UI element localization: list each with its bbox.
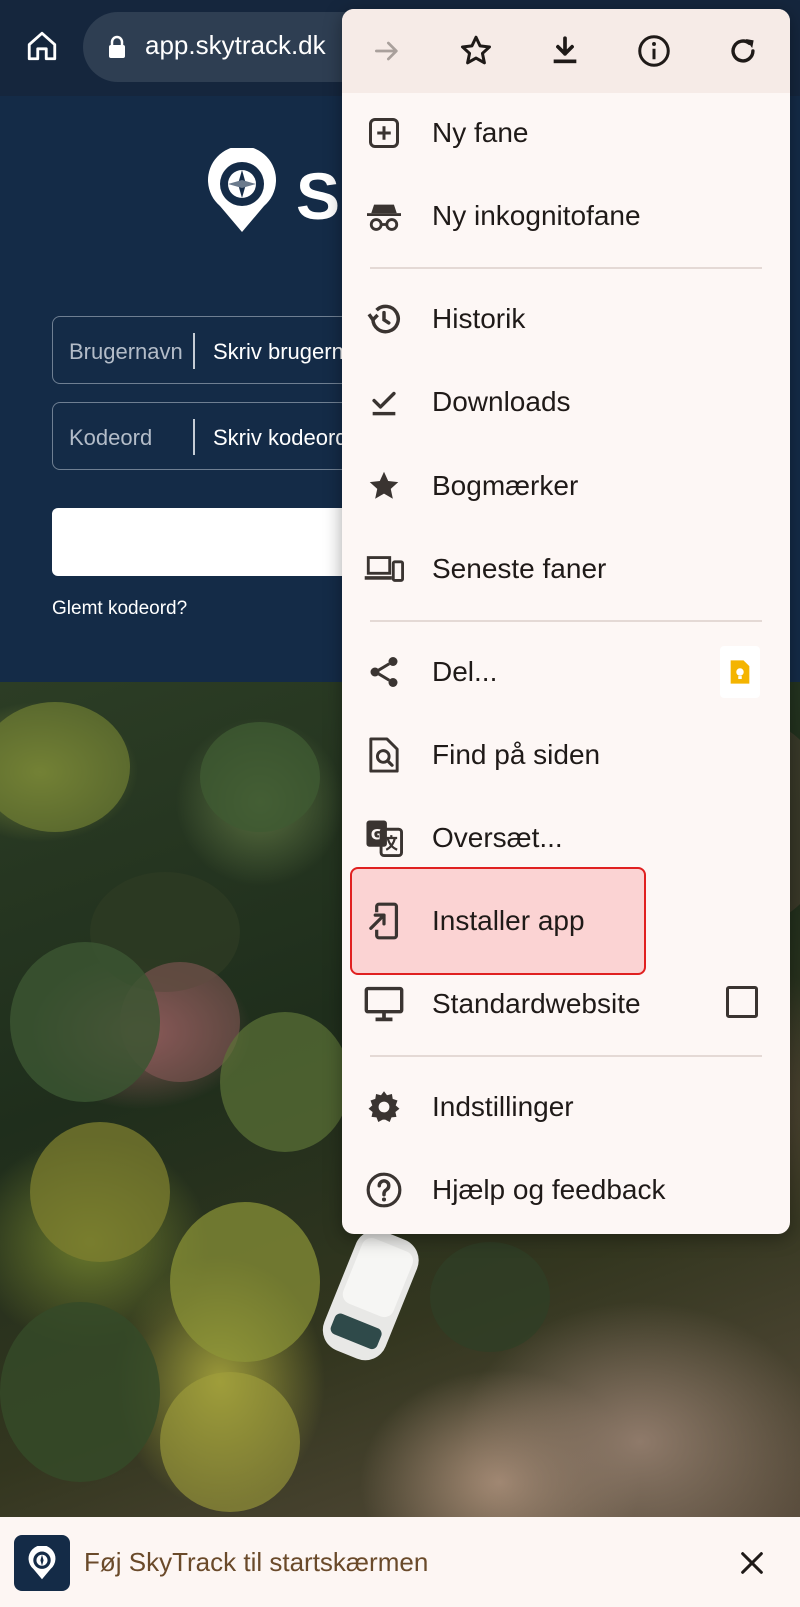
share-icon xyxy=(364,652,404,692)
menu-item-translate[interactable]: G Oversæt... xyxy=(342,798,790,878)
menu-item-downloads[interactable]: Downloads xyxy=(342,362,790,442)
menu-item-label: Installer app xyxy=(432,905,585,936)
incognito-icon xyxy=(364,196,404,236)
menu-item-history[interactable]: Historik xyxy=(342,279,790,359)
menu-item-recent-tabs[interactable]: Seneste faner xyxy=(342,529,790,609)
menu-item-label: Standardwebsite xyxy=(432,988,641,1019)
add-to-home-screen-banner[interactable]: Føj SkyTrack til startskærmen xyxy=(0,1517,800,1607)
menu-item-label: Bogmærker xyxy=(432,470,579,501)
menu-item-new-incognito-tab[interactable]: Ny inkognitofane xyxy=(342,176,790,256)
menu-item-share[interactable]: Del... xyxy=(342,632,790,712)
menu-item-label: Find på siden xyxy=(432,739,601,770)
menu-item-label: Oversæt... xyxy=(432,822,563,853)
skytrack-app-icon xyxy=(14,1535,70,1591)
downloads-icon xyxy=(364,382,404,422)
menu-item-label: Indstillinger xyxy=(432,1091,574,1122)
menu-toolbar xyxy=(342,9,790,93)
help-icon xyxy=(364,1170,404,1210)
menu-item-label: Del... xyxy=(432,656,498,687)
menu-item-settings[interactable]: Indstillinger xyxy=(342,1067,790,1147)
menu-item-label: Ny inkognitofane xyxy=(432,200,641,231)
recent-tabs-icon xyxy=(364,549,404,589)
menu-item-help-feedback[interactable]: Hjælp og feedback xyxy=(342,1150,790,1230)
desktop-site-checkbox[interactable] xyxy=(726,986,758,1018)
menu-item-label: Seneste faner xyxy=(432,553,607,584)
menu-item-label: Historik xyxy=(432,303,526,334)
desktop-site-icon xyxy=(364,984,404,1024)
history-icon xyxy=(364,299,404,339)
forgot-password-link[interactable]: Glemt kodeord? xyxy=(52,598,187,620)
password-label: Kodeord xyxy=(69,425,153,450)
menu-item-install-app[interactable]: Installer app xyxy=(342,881,790,961)
van-image xyxy=(302,1215,438,1379)
menu-item-find-in-page[interactable]: Find på siden xyxy=(342,715,790,795)
lock-icon xyxy=(107,35,127,64)
url-text: app.skytrack.dk xyxy=(145,30,326,60)
username-label: Brugernavn xyxy=(69,339,183,364)
field-separator xyxy=(193,419,195,455)
star-icon[interactable] xyxy=(451,26,501,76)
banner-text: Føj SkyTrack til startskærmen xyxy=(84,1547,429,1577)
reload-icon[interactable] xyxy=(718,26,768,76)
browser-overflow-menu: Ny fane Ny inkognitofane Historik Downlo… xyxy=(342,9,790,1234)
password-input[interactable]: Skriv kodeord xyxy=(213,425,348,451)
menu-item-bookmarks[interactable]: Bogmærker xyxy=(342,446,790,526)
download-icon[interactable] xyxy=(540,26,590,76)
skytrack-logo xyxy=(206,146,278,239)
note-badge-icon[interactable] xyxy=(720,646,760,698)
new-tab-icon xyxy=(364,113,404,153)
menu-divider xyxy=(370,1055,762,1057)
translate-icon: G xyxy=(364,818,404,858)
field-separator xyxy=(193,333,195,369)
menu-item-new-tab[interactable]: Ny fane xyxy=(342,93,790,173)
menu-item-label: Hjælp og feedback xyxy=(432,1174,666,1205)
close-icon[interactable] xyxy=(730,1541,774,1585)
bookmarks-icon xyxy=(364,466,404,506)
menu-item-label: Ny fane xyxy=(432,117,529,148)
menu-item-label: Downloads xyxy=(432,386,571,417)
home-icon[interactable] xyxy=(18,22,66,70)
menu-divider xyxy=(370,620,762,622)
menu-divider xyxy=(370,267,762,269)
install-app-icon xyxy=(364,901,404,941)
settings-icon xyxy=(364,1087,404,1127)
username-input[interactable]: Skriv brugern xyxy=(213,339,344,365)
find-in-page-icon xyxy=(364,735,404,775)
menu-item-desktop-site[interactable]: Standardwebsite xyxy=(342,964,790,1044)
info-icon[interactable] xyxy=(629,26,679,76)
forward-icon[interactable] xyxy=(362,26,412,76)
